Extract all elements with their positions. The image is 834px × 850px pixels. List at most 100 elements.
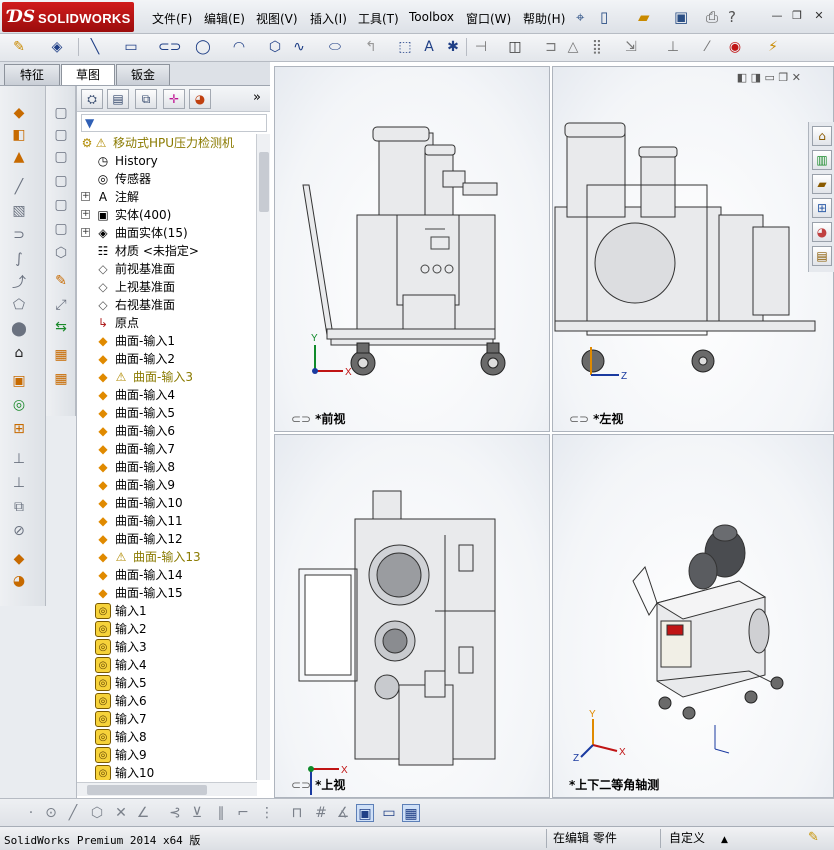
link-icon[interactable]: ⊂⊃: [291, 778, 311, 792]
chevron-right-icon[interactable]: »: [253, 90, 261, 105]
cross-icon[interactable]: ✕: [112, 804, 130, 822]
angle-icon[interactable]: ∠: [134, 804, 152, 822]
tree-item[interactable]: ◎ 传感器: [77, 170, 257, 188]
tree-item[interactable]: ☷ 材质 <未指定>: [77, 242, 257, 260]
dimension-icon[interactable]: ⊓: [288, 804, 306, 822]
tree-item-surface[interactable]: ◆ 曲面-输入8: [77, 458, 257, 476]
slot-tool-icon[interactable]: ⊃: [10, 226, 28, 244]
tree-item[interactable]: ◇ 右视基准面: [77, 296, 257, 314]
close-icon[interactable]: ✕: [812, 9, 826, 22]
expand-toggle-icon[interactable]: +: [81, 210, 90, 219]
box-icon[interactable]: ▢: [52, 196, 70, 214]
appearance-icon[interactable]: ◕: [10, 572, 28, 590]
grid-icon[interactable]: #: [312, 804, 330, 822]
featuremanager-tab-icon[interactable]: ⛭: [81, 89, 103, 109]
scroll-thumb[interactable]: [259, 152, 269, 212]
display-relations-icon[interactable]: ⊥: [664, 38, 682, 56]
extend-icon[interactable]: ⊻: [188, 804, 206, 822]
line-icon[interactable]: ╲: [86, 38, 104, 56]
sketch-icon[interactable]: ✎: [10, 38, 28, 56]
minimize-icon[interactable]: —: [770, 9, 784, 22]
tree-root[interactable]: ⚙ ⚠ 移动式HPU压力检测机: [77, 134, 257, 152]
tree-item[interactable]: ↳ 原点: [77, 314, 257, 332]
tree-item-surface[interactable]: ◆ 曲面-输入2: [77, 350, 257, 368]
cube-icon[interactable]: ▦: [52, 346, 70, 364]
box-select-icon[interactable]: ▣: [356, 804, 374, 822]
line-tool-icon[interactable]: ╱: [10, 178, 28, 196]
rapid-sketch-icon[interactable]: ⚡: [764, 38, 782, 56]
tab-sheet-metal[interactable]: 钣金: [116, 64, 170, 85]
tree-item[interactable]: + ◈ 曲面实体(15): [77, 224, 257, 242]
appearances-icon[interactable]: ◕: [812, 222, 832, 242]
spline-tool-icon[interactable]: ⤴: [10, 274, 28, 292]
tree-item-surface[interactable]: ◆ ⚠ 曲面-输入13: [77, 548, 257, 566]
stretch-icon[interactable]: ⊥: [10, 450, 28, 468]
tree-item[interactable]: + A 注解: [77, 188, 257, 206]
custom-properties-icon[interactable]: ▤: [812, 246, 832, 266]
tile-viewport-icon[interactable]: ❐: [778, 71, 788, 84]
tree-item-surface[interactable]: ◆ 曲面-输入11: [77, 512, 257, 530]
arc-icon[interactable]: ◠: [230, 38, 248, 56]
viewport-front[interactable]: Y X ⊂⊃ *前视: [274, 66, 550, 432]
expand-toggle-icon[interactable]: +: [81, 228, 90, 237]
corner-icon[interactable]: ⌐: [234, 804, 252, 822]
save-icon[interactable]: ▣: [674, 8, 688, 26]
link-icon[interactable]: ⊂⊃: [291, 412, 311, 426]
arc-tool-icon[interactable]: ∫: [10, 250, 28, 268]
box-icon[interactable]: ⬡: [52, 244, 70, 262]
link-icon[interactable]: ⊂⊃: [569, 412, 589, 426]
next-viewport-icon[interactable]: ◨: [751, 71, 761, 84]
viewport-top[interactable]: X ⊂⊃ *上视: [274, 434, 550, 798]
tree-item-surface[interactable]: ◆ 曲面-输入1: [77, 332, 257, 350]
3d-sketch-icon[interactable]: ◧: [10, 126, 28, 144]
menu-help[interactable]: 帮助(H): [523, 10, 565, 27]
cone-icon[interactable]: ▲: [10, 148, 28, 166]
tree-item-import[interactable]: ◎ 输入7: [77, 710, 257, 728]
hatch-icon[interactable]: ⬠: [10, 296, 28, 314]
box-icon[interactable]: ▢: [52, 104, 70, 122]
cylinder-icon[interactable]: ⬤: [10, 320, 28, 338]
print-icon[interactable]: ⎙: [706, 8, 718, 26]
polygon-icon[interactable]: ⬡: [88, 804, 106, 822]
tree-item-surface[interactable]: ◆ 曲面-输入10: [77, 494, 257, 512]
tree-item-surface[interactable]: ◆ 曲面-输入12: [77, 530, 257, 548]
close-viewport-icon[interactable]: ✕: [792, 71, 801, 84]
linear-pattern-icon[interactable]: ⣿: [588, 38, 606, 56]
point-icon[interactable]: ✱: [444, 38, 462, 56]
measure-icon[interactable]: ⌂: [10, 344, 28, 362]
block-icon[interactable]: ▣: [10, 372, 28, 390]
tree-item[interactable]: ◇ 上视基准面: [77, 278, 257, 296]
box-icon[interactable]: ▢: [52, 172, 70, 190]
maximize-viewport-icon[interactable]: ▭: [765, 71, 775, 84]
restore-icon[interactable]: ❐: [790, 9, 804, 22]
rect-tool-icon[interactable]: ▧: [10, 202, 28, 220]
tree-item-surface[interactable]: ◆ 曲面-输入7: [77, 440, 257, 458]
menu-window[interactable]: 窗口(W): [466, 10, 511, 27]
units-selector[interactable]: 自定义 ▲: [660, 829, 800, 848]
scale-icon[interactable]: ⊥: [10, 474, 28, 492]
tree-item-import[interactable]: ◎ 输入2: [77, 620, 257, 638]
expand-toggle-icon[interactable]: +: [81, 192, 90, 201]
trim-icon[interactable]: ⊣: [472, 38, 490, 56]
paint-icon[interactable]: ◆: [10, 550, 28, 568]
solidworks-resources-icon[interactable]: ⌂: [812, 126, 832, 146]
tree-item[interactable]: + ▣ 实体(400): [77, 206, 257, 224]
menu-view[interactable]: 视图(V): [256, 10, 298, 27]
spline-icon[interactable]: ∿: [290, 38, 308, 56]
menu-tools[interactable]: 工具(T): [358, 10, 399, 27]
move-entities-icon[interactable]: ⇲: [622, 38, 640, 56]
view-palette-icon[interactable]: ⊞: [812, 198, 832, 218]
pattern-icon[interactable]: ◎: [10, 396, 28, 414]
quick-snaps-icon[interactable]: ◉: [726, 38, 744, 56]
tree-item-import[interactable]: ◎ 输入8: [77, 728, 257, 746]
new-document-icon[interactable]: ▯: [600, 8, 608, 26]
table-icon[interactable]: ▦: [402, 804, 420, 822]
menu-file[interactable]: 文件(F): [152, 10, 192, 27]
offset-icon[interactable]: ⊐: [542, 38, 560, 56]
midpoint-icon[interactable]: ⋮: [258, 804, 276, 822]
open-folder-icon[interactable]: ▰: [638, 8, 650, 26]
tree-item-import[interactable]: ◎ 输入9: [77, 746, 257, 764]
edit-sketch-icon[interactable]: ✎: [52, 272, 70, 290]
solidworks-logo[interactable]: ƊS SOLIDWORKS: [2, 2, 134, 32]
fillet-icon[interactable]: ↰: [362, 38, 380, 56]
